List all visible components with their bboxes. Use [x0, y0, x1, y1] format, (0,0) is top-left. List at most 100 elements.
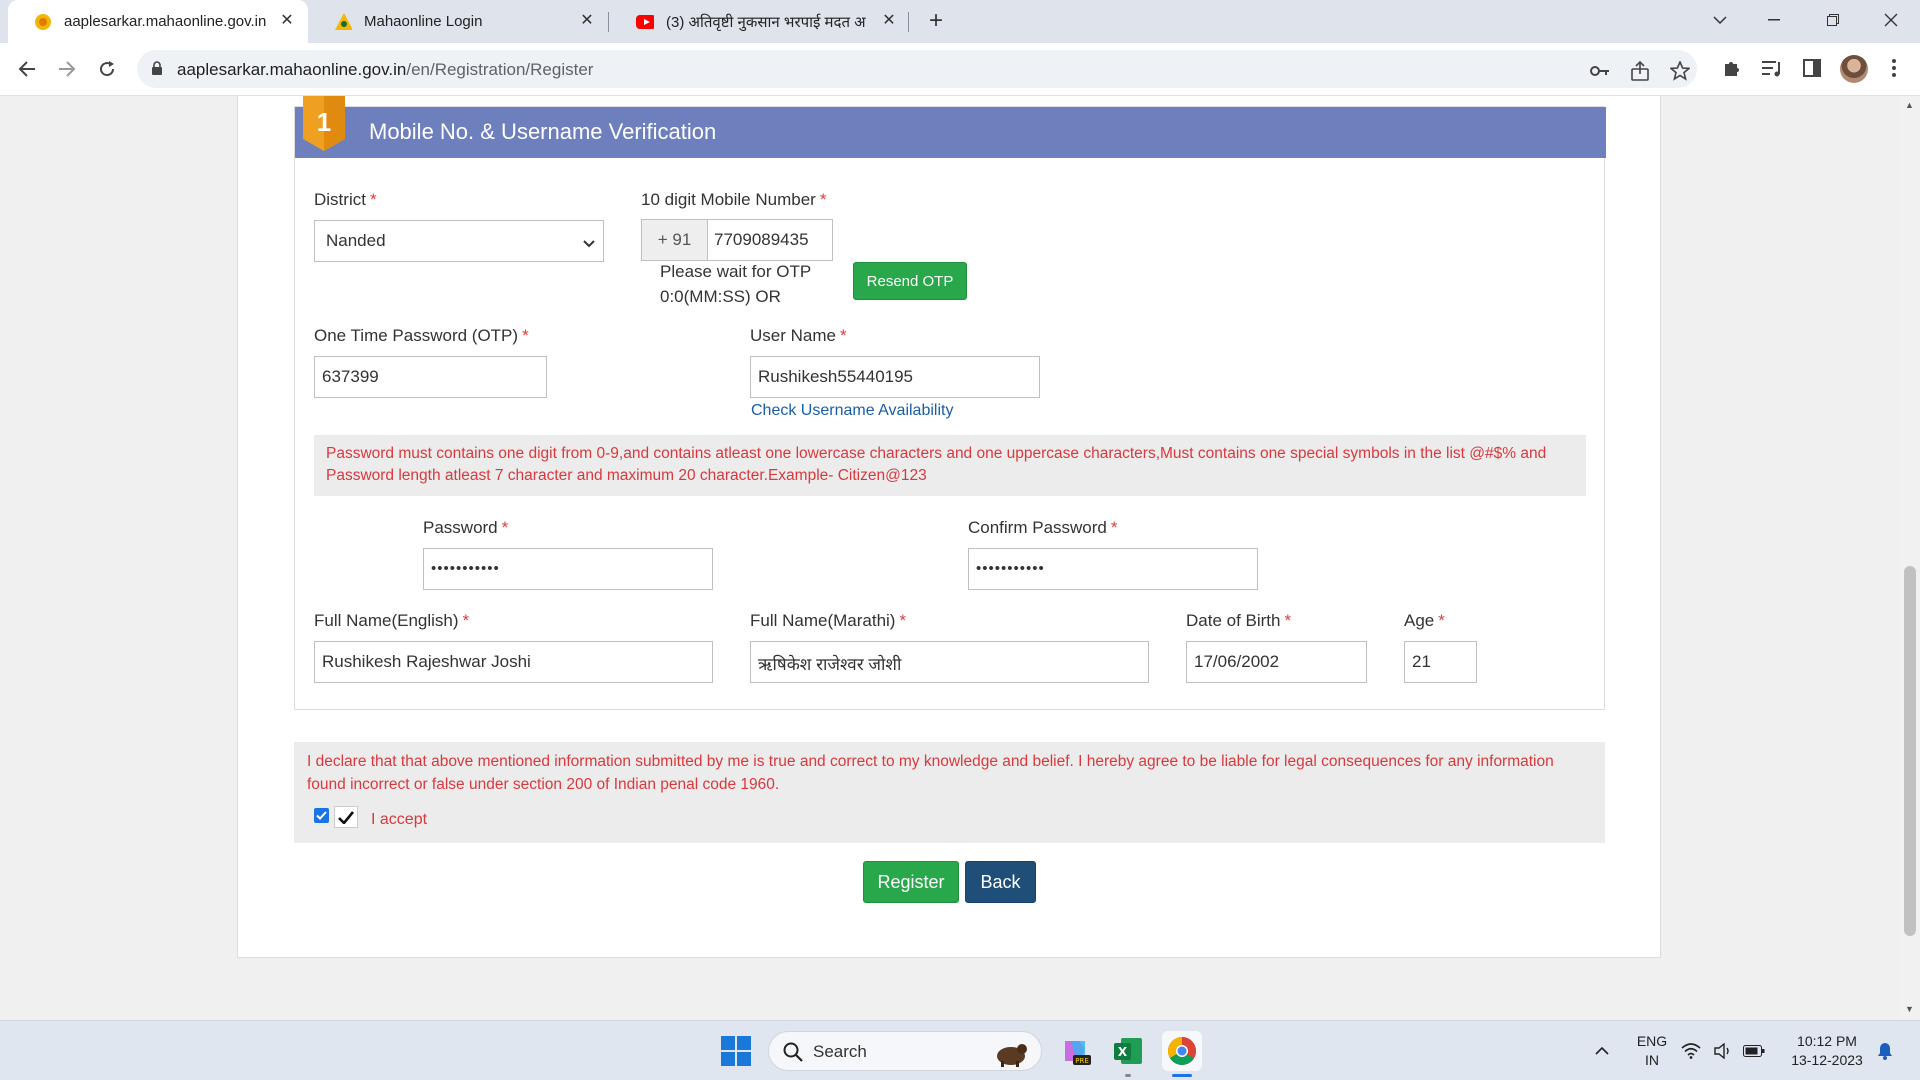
lock-icon[interactable]	[151, 61, 163, 81]
mahaonline-favicon-icon	[334, 12, 352, 31]
windows-taskbar: Search PRE X ENG IN 10:12 PM 13-12-2023	[0, 1020, 1920, 1080]
reading-list-icon[interactable]	[1760, 56, 1784, 80]
close-tab-icon[interactable]: ✕	[880, 12, 898, 30]
check-username-link[interactable]: Check Username Availability	[751, 402, 953, 420]
scrollbar-thumb[interactable]	[1904, 566, 1916, 936]
clock[interactable]: 10:12 PM 13-12-2023	[1782, 1032, 1872, 1070]
new-tab-button[interactable]: +	[922, 7, 950, 35]
tab-title: Mahaonline Login	[364, 13, 483, 30]
district-value: Nanded	[326, 231, 386, 250]
browser-toolbar: aaplesarkar.mahaonline.gov.in/en/Registr…	[0, 43, 1920, 96]
restore-button[interactable]	[1811, 6, 1855, 34]
windows-start-icon[interactable]	[716, 1031, 756, 1071]
youtube-favicon-icon	[636, 13, 654, 31]
checkmark-icon	[334, 806, 358, 828]
required-mark: *	[522, 326, 529, 345]
declaration-box: I declare that that above mentioned info…	[294, 742, 1605, 843]
otp-label: One Time Password (OTP) *	[314, 326, 529, 346]
tab-separator	[608, 12, 609, 32]
site-favicon-icon	[34, 13, 52, 31]
district-select[interactable]: Nanded	[314, 220, 604, 262]
confirm-password-input[interactable]: •••••••••••	[968, 548, 1258, 590]
url-path: /en/Registration/Register	[406, 60, 594, 79]
mobile-number-input[interactable]: 7709089435	[707, 219, 833, 261]
notification-bell-icon[interactable]	[1872, 1031, 1898, 1071]
bookmark-star-icon[interactable]	[1669, 60, 1691, 82]
language-indicator[interactable]: ENG IN	[1632, 1032, 1672, 1070]
show-hidden-icons-chevron-icon[interactable]	[1582, 1031, 1622, 1071]
side-panel-icon[interactable]	[1800, 56, 1824, 80]
more-menu-icon[interactable]	[1882, 56, 1906, 80]
required-mark: *	[899, 611, 907, 630]
fullname-marathi-label-text: Full Name(Marathi)	[750, 611, 896, 630]
fullname-english-label: Full Name(English) *	[314, 611, 469, 631]
url-text: aaplesarkar.mahaonline.gov.in/en/Registr…	[177, 60, 593, 80]
volume-icon[interactable]	[1712, 1031, 1734, 1071]
clock-time: 10:12 PM	[1797, 1033, 1857, 1049]
country-code-prefix: + 91	[641, 219, 708, 261]
excel-app-icon[interactable]: X	[1108, 1031, 1148, 1071]
reload-button[interactable]	[92, 54, 122, 84]
search-icon	[783, 1042, 803, 1067]
tab-aaplesarkar[interactable]: aaplesarkar.mahaonline.gov.in ✕	[8, 0, 308, 43]
scroll-up-arrow-icon[interactable]: ▲	[1905, 100, 1914, 110]
tab-title: (3) अतिवृष्टी नुकसान भरपाई मदत अ	[666, 13, 866, 31]
required-mark: *	[369, 190, 377, 209]
back-nav-button[interactable]	[12, 54, 42, 84]
extensions-puzzle-icon[interactable]	[1720, 56, 1744, 80]
url-host: aaplesarkar.mahaonline.gov.in	[177, 60, 407, 79]
fullname-marathi-input[interactable]: ऋषिकेश राजेश्वर जोशी	[750, 641, 1149, 683]
clock-date: 13-12-2023	[1791, 1052, 1863, 1068]
address-bar[interactable]: aaplesarkar.mahaonline.gov.in/en/Registr…	[137, 50, 1697, 88]
language-line2: IN	[1645, 1052, 1659, 1068]
close-tab-icon[interactable]: ✕	[578, 12, 596, 30]
username-input[interactable]: Rushikesh55440195	[750, 356, 1040, 398]
tab-mahaonline-login[interactable]: Mahaonline Login ✕	[308, 0, 608, 43]
otp-input[interactable]: 637399	[314, 356, 547, 398]
required-mark: *	[501, 518, 509, 537]
username-label: User Name *	[750, 326, 847, 346]
share-icon[interactable]	[1629, 60, 1651, 82]
accept-checkbox[interactable]	[314, 808, 329, 823]
browser-tab-strip: aaplesarkar.mahaonline.gov.in ✕ Mahaonli…	[0, 0, 1920, 43]
chrome-active-indicator	[1172, 1074, 1192, 1077]
page-scrollbar[interactable]: ▲ ▼	[1900, 96, 1920, 1020]
page-viewport: Mobile No. & Username Verification 1 Dis…	[0, 96, 1900, 1020]
password-label: Password *	[423, 518, 508, 538]
key-icon[interactable]	[1589, 60, 1611, 82]
required-mark: *	[1284, 611, 1292, 630]
accept-label[interactable]: I accept	[371, 808, 427, 831]
register-button[interactable]: Register	[863, 861, 959, 903]
wifi-icon[interactable]	[1678, 1031, 1704, 1071]
battery-icon[interactable]	[1742, 1031, 1766, 1071]
taskbar-search-box[interactable]: Search	[768, 1031, 1042, 1071]
close-window-button[interactable]	[1869, 6, 1913, 34]
fullname-marathi-label: Full Name(Marathi) *	[750, 611, 906, 631]
scroll-down-arrow-icon[interactable]: ▼	[1905, 1004, 1914, 1014]
required-mark: *	[1110, 518, 1118, 537]
step-number: 1	[316, 107, 332, 137]
tab-youtube[interactable]: (3) अतिवृष्टी नुकसान भरपाई मदत अ ✕	[610, 0, 910, 43]
dob-label-text: Date of Birth	[1186, 611, 1281, 630]
copilot-preview-icon[interactable]: PRE	[1055, 1031, 1095, 1071]
district-label-text: District	[314, 190, 366, 209]
otp-wait-line1: Please wait for OTP	[660, 262, 812, 281]
password-input[interactable]: •••••••••••	[423, 548, 713, 590]
minimize-button[interactable]	[1752, 6, 1796, 34]
back-button[interactable]: Back	[965, 861, 1036, 903]
section-header: Mobile No. & Username Verification	[295, 107, 1606, 158]
forward-nav-button[interactable]	[52, 54, 82, 84]
fullname-english-input[interactable]: Rushikesh Rajeshwar Joshi	[314, 641, 713, 683]
profile-avatar[interactable]	[1840, 55, 1868, 83]
excel-running-indicator	[1125, 1074, 1131, 1077]
close-tab-icon[interactable]: ✕	[278, 12, 296, 30]
resend-otp-button[interactable]: Resend OTP	[853, 262, 967, 300]
tab-search-chevron-icon[interactable]	[1698, 6, 1742, 34]
verification-section: Mobile No. & Username Verification 1 Dis…	[294, 96, 1606, 710]
chrome-app-icon[interactable]	[1162, 1031, 1202, 1071]
dob-input[interactable]: 17/06/2002	[1186, 641, 1367, 683]
age-input[interactable]: 21	[1404, 641, 1477, 683]
required-mark: *	[462, 611, 470, 630]
password-note-line1: Password must contains one digit from 0-…	[326, 445, 1547, 462]
tab-separator	[908, 12, 909, 32]
